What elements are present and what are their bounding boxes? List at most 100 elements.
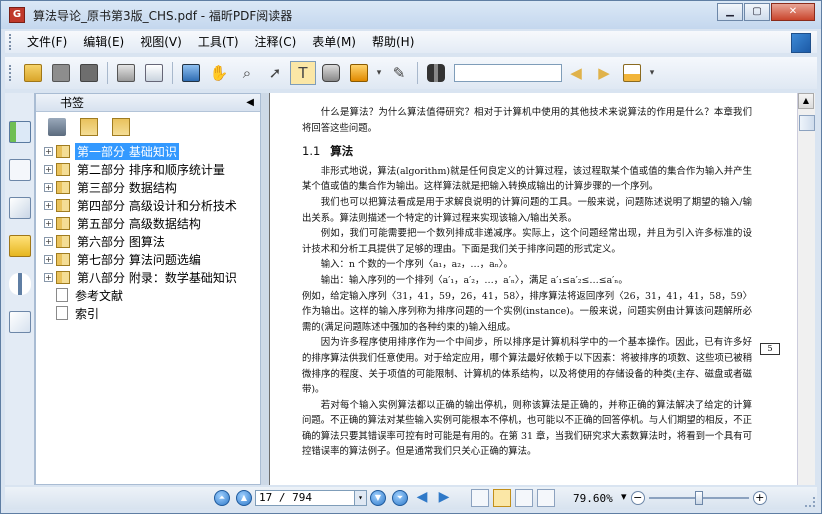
menu-grip[interactable] xyxy=(9,34,13,50)
zoom-in-button[interactable]: + xyxy=(752,491,767,505)
hand-tool-icon[interactable]: ✋ xyxy=(206,61,232,85)
select-arrow-icon[interactable]: ➚ xyxy=(262,61,288,85)
maximize-button[interactable]: ▢ xyxy=(744,3,770,21)
pages-tab-icon[interactable] xyxy=(8,159,31,181)
rms-icon[interactable] xyxy=(346,61,372,85)
collapse-panel-icon[interactable]: ◀ xyxy=(246,94,254,112)
comments-tab-icon[interactable] xyxy=(8,235,31,257)
expand-icon[interactable]: + xyxy=(44,146,53,156)
zoom-slider-knob[interactable] xyxy=(694,491,703,505)
forward-icon[interactable]: ▶ xyxy=(435,490,453,505)
menu-comments[interactable]: 注释(C) xyxy=(247,31,305,53)
minimize-button[interactable]: ▁ xyxy=(717,3,743,21)
next-page-button[interactable]: ▼ xyxy=(370,490,386,506)
bookmark-label[interactable]: 参考文献 xyxy=(73,287,125,304)
bookmark-label[interactable]: 第二部分 排序和顺序统计量 xyxy=(75,161,227,178)
save-icon[interactable] xyxy=(48,61,74,85)
bookmark-item[interactable]: + 第六部分 图算法 xyxy=(44,232,260,250)
page-number-field[interactable]: 17 / 794 ▾ xyxy=(255,490,367,506)
menu-forms[interactable]: 表单(M) xyxy=(304,31,364,53)
bookmark-label[interactable]: 索引 xyxy=(73,305,101,322)
zoom-slider[interactable] xyxy=(648,490,749,506)
prev-page-button[interactable]: ▲ xyxy=(236,490,252,506)
document-view[interactable]: 什么是算法？为什么算法值得研究？相对于计算机中使用的其他技术来说算法的作用是什么… xyxy=(269,93,797,485)
save-as-icon[interactable] xyxy=(76,61,102,85)
zoom-out-button[interactable]: − xyxy=(630,491,645,505)
first-page-button[interactable]: ⏶ xyxy=(214,490,230,506)
zoom-dropdown-icon[interactable]: ▾ xyxy=(617,491,631,505)
bookmarks-panel-title: 书签 xyxy=(60,96,85,110)
bookmark-label[interactable]: 第一部分 基础知识 xyxy=(75,142,179,160)
bookmarks-tab-icon[interactable] xyxy=(8,121,31,143)
continuous-view-icon[interactable] xyxy=(493,489,511,507)
expand-icon[interactable]: + xyxy=(44,182,53,192)
menu-tools[interactable]: 工具(T) xyxy=(190,31,247,53)
bookmark-item[interactable]: + 第五部分 高级数据结构 xyxy=(44,214,260,232)
bookmark-item[interactable]: + 第八部分 附录：数学基础知识 xyxy=(44,268,260,286)
toolbar-grip[interactable] xyxy=(9,65,13,81)
highlight-icon[interactable] xyxy=(619,61,645,85)
facing-view-icon[interactable] xyxy=(515,489,533,507)
scan-icon[interactable] xyxy=(141,61,167,85)
bookmark-item[interactable]: 参考文献 xyxy=(44,286,260,304)
bookmark-item[interactable]: 索引 xyxy=(44,304,260,322)
scroll-thumb[interactable] xyxy=(799,115,815,131)
menu-edit[interactable]: 编辑(E) xyxy=(75,31,132,53)
layers-tab-icon[interactable] xyxy=(8,197,31,219)
snapshot-icon[interactable] xyxy=(318,61,344,85)
last-page-button[interactable]: ⏷ xyxy=(392,490,408,506)
bookmarks-toolbar xyxy=(36,112,260,142)
back-icon[interactable]: ◀ xyxy=(413,490,431,505)
title-bar: G 算法导论_原书第3版_CHS.pdf - 福昕PDF阅读器 ▁ ▢ ✕ xyxy=(1,1,821,29)
bookmark-item[interactable]: + 第四部分 高级设计和分析技术 xyxy=(44,196,260,214)
resize-grip[interactable] xyxy=(805,497,815,507)
menu-file[interactable]: 文件(F) xyxy=(19,31,75,53)
bookmark-label[interactable]: 第四部分 高级设计和分析技术 xyxy=(75,197,239,214)
rms-dropdown-icon[interactable]: ▾ xyxy=(374,61,384,85)
search-input[interactable] xyxy=(454,64,562,82)
text-select-icon[interactable]: T xyxy=(290,61,316,85)
panel-splitter[interactable] xyxy=(261,93,269,485)
open-folder-icon[interactable] xyxy=(20,61,46,85)
bookmarks-panel: 书签 ◀ + 第一部分 基础知识 + 第二部分 排序和顺序统计量 + 第三部分 数据结… xyxy=(35,93,261,485)
fullscreen-icon[interactable] xyxy=(178,61,204,85)
expand-icon[interactable]: + xyxy=(44,218,53,228)
bookmark-label[interactable]: 第八部分 附录：数学基础知识 xyxy=(75,269,239,286)
bookmark-item[interactable]: + 第七部分 算法问题选编 xyxy=(44,250,260,268)
next-result-icon[interactable]: ▶ xyxy=(591,61,617,85)
toolbar-separator xyxy=(107,62,108,84)
bookmark-label[interactable]: 第五部分 高级数据结构 xyxy=(75,215,203,232)
zoom-tool-icon[interactable]: ⌕ xyxy=(234,61,260,85)
expand-icon[interactable]: + xyxy=(44,164,53,174)
print-icon[interactable] xyxy=(113,61,139,85)
signatures-tab-icon[interactable] xyxy=(8,311,31,333)
bookmark-item[interactable]: + 第一部分 基础知识 xyxy=(44,142,260,160)
sign-icon[interactable]: ✎ xyxy=(386,61,412,85)
find-binoculars-icon[interactable] xyxy=(423,61,449,85)
bookmark-label[interactable]: 第七部分 算法问题选编 xyxy=(75,251,203,268)
menu-view[interactable]: 视图(V) xyxy=(132,31,190,53)
bookmarks-panel-header: 书签 ◀ xyxy=(36,94,260,112)
expand-icon[interactable]: + xyxy=(44,254,53,264)
close-button[interactable]: ✕ xyxy=(771,3,815,21)
add-child-bookmark-icon[interactable] xyxy=(112,118,130,136)
vertical-scrollbar[interactable]: ▲ xyxy=(797,93,815,485)
expand-icon[interactable]: + xyxy=(44,236,53,246)
highlight-dropdown-icon[interactable]: ▾ xyxy=(647,61,657,85)
attachments-tab-icon[interactable] xyxy=(8,273,31,295)
expand-icon[interactable]: + xyxy=(44,272,53,282)
add-bookmark-icon[interactable] xyxy=(80,118,98,136)
menu-help[interactable]: 帮助(H) xyxy=(364,31,422,53)
bookmark-label[interactable]: 第六部分 图算法 xyxy=(75,233,167,250)
page-dropdown-icon[interactable]: ▾ xyxy=(354,491,366,505)
scroll-up-button[interactable]: ▲ xyxy=(798,93,814,109)
bookmark-label[interactable]: 第三部分 数据结构 xyxy=(75,179,179,196)
prev-result-icon[interactable]: ◀ xyxy=(563,61,589,85)
delete-bookmark-icon[interactable] xyxy=(48,118,66,136)
bookmark-item[interactable]: + 第三部分 数据结构 xyxy=(44,178,260,196)
continuous-facing-view-icon[interactable] xyxy=(537,489,555,507)
bookmark-item[interactable]: + 第二部分 排序和顺序统计量 xyxy=(44,160,260,178)
single-page-view-icon[interactable] xyxy=(471,489,489,507)
page-bookmark-icon xyxy=(56,288,68,302)
expand-icon[interactable]: + xyxy=(44,200,53,210)
